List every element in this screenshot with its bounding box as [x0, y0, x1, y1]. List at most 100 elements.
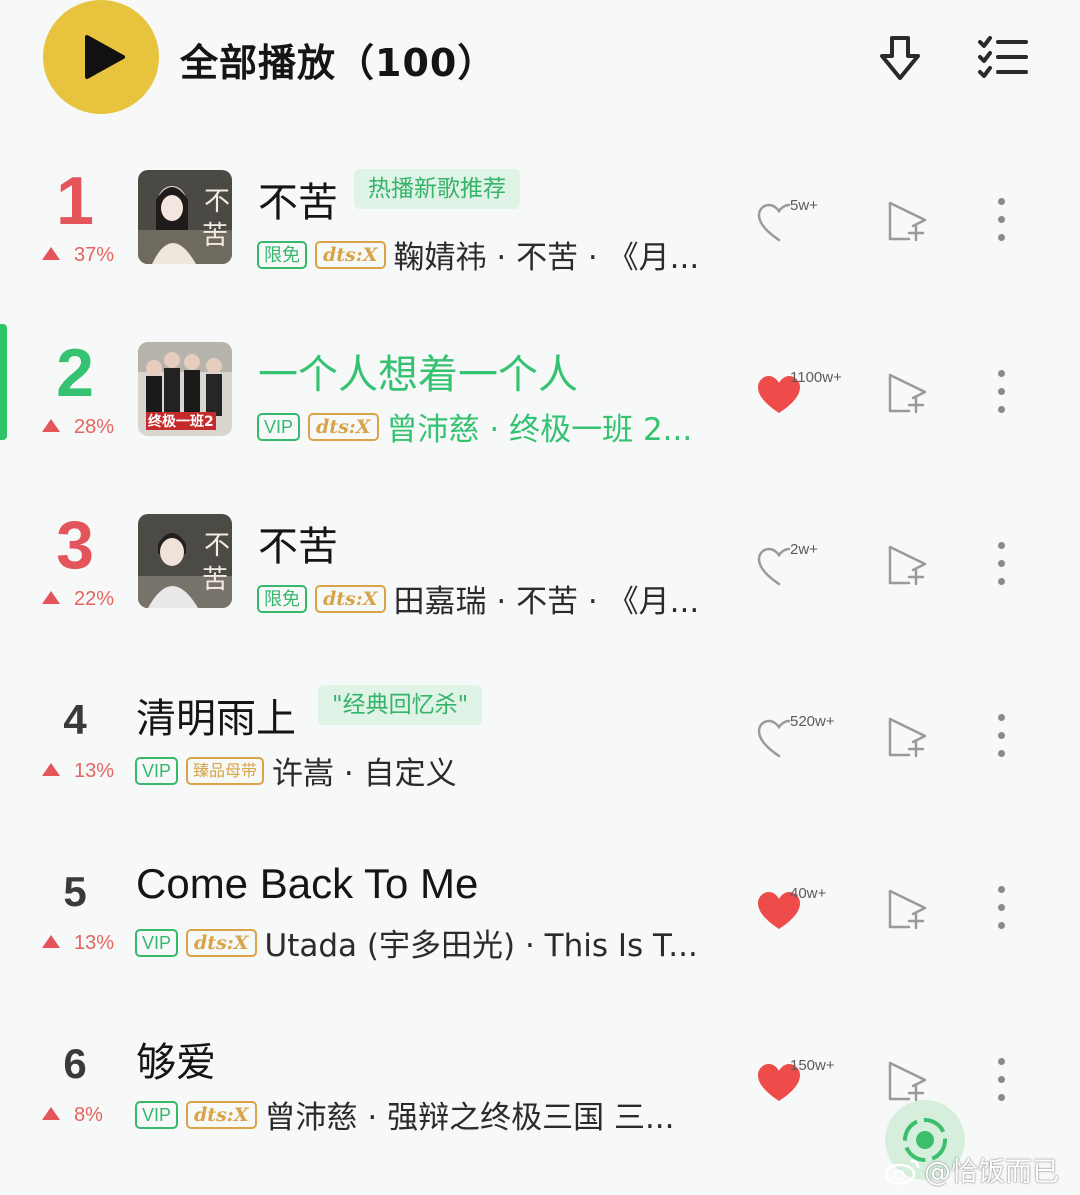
artist-album-text[interactable]: 曾沛慈 · 终极一班 2... [387, 404, 693, 449]
rank-number: 6 [63, 1040, 87, 1087]
artist-album-text[interactable]: 许嵩 · 自定义 [272, 748, 457, 793]
trend-percent: 13% [74, 932, 115, 954]
free-badge: 限免 [257, 584, 307, 613]
rank-number: 5 [63, 868, 87, 915]
song-title[interactable]: 清明雨上 [136, 686, 296, 744]
song-meta: 限免 dts:X 田嘉瑞 · 不苦 · 《月... [257, 576, 699, 620]
dtsx-badge: dts:X [308, 412, 379, 441]
add-to-playlist-icon[interactable] [885, 1058, 931, 1104]
like-count: 2w+ [790, 541, 818, 558]
svg-text:不: 不 [204, 187, 230, 217]
dtsx-badge: dts:X [315, 584, 386, 613]
song-title[interactable]: 够爱 [136, 1030, 216, 1088]
like-button[interactable]: 40w+ [756, 885, 856, 950]
more-icon[interactable] [996, 1058, 1008, 1106]
more-icon[interactable] [996, 714, 1008, 762]
svg-text:苦: 苦 [202, 221, 228, 251]
like-button[interactable]: 1100w+ [756, 369, 856, 434]
like-button[interactable]: 5w+ [756, 197, 856, 262]
trend-indicator: 28% [42, 416, 114, 439]
album-cover[interactable]: 不 苦 [138, 514, 232, 608]
cover-title: 终极一班2 [148, 413, 214, 430]
more-icon[interactable] [996, 542, 1008, 590]
trend-indicator: 13% [42, 760, 114, 783]
trend-percent: 13% [74, 760, 115, 782]
song-tag: "经典回忆杀" [318, 685, 483, 725]
like-count: 150w+ [790, 1057, 835, 1074]
trend-indicator: 8% [42, 1104, 103, 1127]
trend-indicator: 22% [42, 588, 114, 611]
trend-percent: 28% [74, 416, 115, 438]
trend-percent: 37% [74, 244, 115, 266]
trend-up-icon [42, 935, 60, 948]
dtsx-badge: dts:X [186, 928, 257, 957]
vip-badge: VIP [135, 928, 179, 957]
song-title[interactable]: 不苦 [258, 514, 338, 572]
play-all-label[interactable]: 全部播放（100） [180, 32, 496, 87]
artist-album-text[interactable]: Utada (宇多田光) · This Is T... [265, 920, 698, 965]
add-to-playlist-icon[interactable] [885, 370, 931, 416]
rank-number: 1 [56, 163, 94, 239]
trend-percent: 8% [74, 1104, 103, 1126]
album-cover[interactable]: 不 苦 [138, 170, 232, 264]
song-title[interactable]: 一个人想着一个人 [258, 342, 578, 400]
like-button[interactable]: 2w+ [756, 541, 856, 606]
like-button[interactable]: 150w+ [756, 1057, 856, 1122]
song-row[interactable]: 1 37% 不 苦 不苦 热播新歌推荐 限免 dts:X 鞠婧祎 · 不苦 · 《月… [0, 162, 1080, 334]
add-to-playlist-icon[interactable] [885, 542, 931, 588]
song-tag: 热播新歌推荐 [354, 169, 520, 209]
rank-number: 2 [56, 335, 94, 411]
trend-up-icon [42, 419, 60, 432]
dtsx-badge: dts:X [315, 240, 386, 269]
song-meta: VIP dts:X 曾沛慈 · 强辩之终极三国 三... [135, 1092, 675, 1136]
trend-up-icon [42, 591, 60, 604]
song-meta: VIP dts:X Utada (宇多田光) · This Is T... [135, 920, 698, 964]
song-title[interactable]: Come Back To Me [136, 860, 478, 908]
watermark: @恰饭而已 [884, 1150, 1059, 1189]
song-row[interactable]: 4 13% 清明雨上 "经典回忆杀" VIP 臻品母带 许嵩 · 自定义 520w+ [0, 678, 1080, 850]
svg-text:不: 不 [204, 531, 230, 561]
song-row-playing[interactable]: 2 28% 终极一班2 一个人想着一个人 VIP dts:X 曾沛慈 · 终极一班 … [0, 324, 1080, 506]
song-meta: 限免 dts:X 鞠婧祎 · 不苦 · 《月... [257, 232, 699, 276]
multiselect-icon[interactable] [976, 34, 1030, 80]
artist-album-text[interactable]: 田嘉瑞 · 不苦 · 《月... [394, 576, 700, 621]
album-cover[interactable]: 终极一班2 [138, 342, 232, 436]
rank-number: 3 [56, 507, 94, 583]
song-row[interactable]: 5 13% Come Back To Me VIP dts:X Utada (宇多田… [0, 850, 1080, 1022]
weibo-icon [884, 1159, 920, 1185]
svg-text:苦: 苦 [202, 565, 228, 595]
download-icon[interactable] [874, 34, 926, 84]
like-count: 1100w+ [790, 369, 842, 386]
more-icon[interactable] [996, 198, 1008, 246]
song-meta: VIP 臻品母带 许嵩 · 自定义 [135, 748, 457, 792]
artist-album-text[interactable]: 曾沛慈 · 强辩之终极三国 三... [265, 1092, 675, 1137]
master-quality-badge: 臻品母带 [186, 756, 265, 785]
song-row[interactable]: 3 22% 不 苦 不苦 限免 dts:X 田嘉瑞 · 不苦 · 《月... 2w+ [0, 506, 1080, 678]
now-playing-indicator [0, 324, 7, 440]
trend-up-icon [42, 247, 60, 260]
song-title[interactable]: 不苦 [258, 170, 338, 228]
like-button[interactable]: 520w+ [756, 713, 856, 778]
trend-percent: 22% [74, 588, 115, 610]
dtsx-badge: dts:X [186, 1100, 257, 1129]
add-to-playlist-icon[interactable] [885, 198, 931, 244]
song-meta: VIP dts:X 曾沛慈 · 终极一班 2... [257, 404, 692, 448]
like-count: 520w+ [790, 713, 835, 730]
playlist-header: 全部播放（100） [0, 0, 1080, 120]
play-all-button[interactable] [43, 0, 159, 114]
trend-indicator: 37% [42, 244, 114, 267]
more-icon[interactable] [996, 370, 1008, 418]
play-icon [85, 35, 125, 79]
add-to-playlist-icon[interactable] [885, 714, 931, 760]
vip-badge: VIP [135, 756, 179, 785]
free-badge: 限免 [257, 240, 307, 269]
more-icon[interactable] [996, 886, 1008, 934]
trend-indicator: 13% [42, 932, 114, 955]
vip-badge: VIP [257, 412, 301, 441]
vip-badge: VIP [135, 1100, 179, 1129]
trend-up-icon [42, 1107, 60, 1120]
artist-album-text[interactable]: 鞠婧祎 · 不苦 · 《月... [394, 232, 700, 277]
watermark-text: @恰饭而已 [924, 1157, 1059, 1188]
add-to-playlist-icon[interactable] [885, 886, 931, 932]
like-count: 40w+ [790, 885, 827, 902]
